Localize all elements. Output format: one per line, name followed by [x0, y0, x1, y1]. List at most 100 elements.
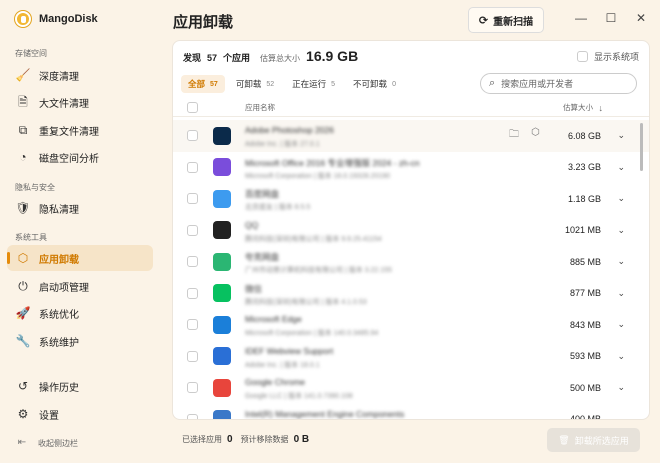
select-all-checkbox[interactable]	[187, 102, 198, 113]
power-icon: ⏻	[18, 279, 28, 293]
sidebar-item-uninstall[interactable]: ⬡ 应用卸载	[7, 245, 153, 271]
chevron-down-icon[interactable]: ⌄	[617, 193, 625, 204]
sidebar-item-disk-analysis[interactable]: ◔ 磁盘空间分析	[7, 144, 153, 170]
table-row[interactable]: Microsoft Edge Microsoft Corporation | 版本…	[173, 309, 649, 341]
trash-icon: 🗑	[558, 434, 570, 445]
search-input[interactable]: ⌕ 搜索应用或开发者	[480, 73, 637, 94]
table-row[interactable]: 百度网盘 北京度友 | 版本 8.5.5 1.18 GB ⌄	[173, 183, 649, 215]
section-label-tools: 系统工具	[15, 233, 47, 242]
app-name: Intel(R) Management Engine Components	[245, 408, 405, 419]
package-icon[interactable]: ⬡	[531, 127, 540, 144]
cube-icon: ⬡	[17, 251, 29, 265]
chevron-down-icon[interactable]: ⌄	[617, 351, 625, 362]
filter-tabs: 全部 57 可卸载 52 正在运行 5 不可卸载 0	[181, 75, 403, 93]
tab-not-uninstallable[interactable]: 不可卸载 0	[346, 75, 403, 93]
row-checkbox[interactable]	[187, 130, 198, 142]
app-icon	[213, 284, 231, 303]
tab-label: 不可卸载	[353, 79, 388, 89]
sidebar-item-settings[interactable]: ⚙ 设置	[7, 401, 153, 427]
chevron-down-icon[interactable]: ⌄	[617, 162, 625, 173]
maximize-icon[interactable]: ☐	[604, 11, 618, 25]
tab-uninstallable[interactable]: 可卸载 52	[229, 75, 281, 93]
sort-down-icon[interactable]: ↓	[599, 103, 604, 113]
app-size: 6.08 GB	[567, 130, 601, 141]
sidebar-item-history[interactable]: ↺ 操作历史	[7, 373, 153, 399]
row-checkbox[interactable]	[187, 224, 198, 236]
tab-label: 全部	[188, 79, 206, 89]
app-publisher: Microsoft Corporation | 版本 140.0.3485.94	[245, 330, 379, 337]
app-publisher: Adobe Inc. | 版本 18.0.1	[245, 361, 320, 369]
tab-all[interactable]: 全部 57	[181, 75, 225, 93]
table-row[interactable]: IDEF Webview Support Adobe Inc. | 版本 18.0…	[173, 341, 649, 373]
total-size-label: 估算总大小	[260, 54, 301, 63]
row-checkbox[interactable]	[187, 161, 198, 173]
shield-icon: 🛡	[15, 201, 31, 215]
chevron-down-icon[interactable]: ⌄	[617, 130, 625, 141]
rocket-icon: 🚀	[15, 306, 31, 320]
sidebar-item-maintenance[interactable]: 🔧 系统维护	[7, 328, 153, 354]
sidebar-item-privacy[interactable]: 🛡 隐私清理	[7, 195, 153, 221]
collapse-sidebar-button[interactable]: ⇤ 收起侧边栏	[15, 436, 78, 450]
table-row[interactable]: Adobe Photoshop 2026 Adobe Inc. | 版本 27.0…	[173, 120, 649, 152]
chevron-down-icon[interactable]: ⌄	[617, 319, 625, 330]
app-icon	[213, 410, 231, 419]
rescan-button[interactable]: ⟳ 重新扫描	[468, 7, 544, 33]
sidebar-item-deep-clean[interactable]: 🧹 深度清理	[7, 62, 153, 88]
table-header: 应用名称 估算大小 ↓	[173, 99, 649, 117]
app-size: 400 MB	[569, 414, 601, 420]
table-row[interactable]: QQ 腾讯科技(深圳)有限公司 | 版本 9.9.25.41154 1021 MB ⌄	[173, 215, 649, 247]
show-system-checkbox[interactable]	[576, 51, 588, 62]
tab-count: 52	[266, 80, 275, 88]
tab-count: 5	[331, 80, 336, 88]
minimize-icon[interactable]: —	[574, 11, 588, 25]
sidebar-item-label: 应用卸载	[39, 254, 79, 266]
scrollbar[interactable]	[640, 123, 643, 171]
row-checkbox[interactable]	[187, 350, 198, 362]
table-row[interactable]: Intel(R) Management Engine ComponentsInt…	[173, 404, 649, 420]
tab-running[interactable]: 正在运行 5	[285, 75, 342, 93]
chevron-down-icon[interactable]: ⌄	[617, 225, 625, 236]
row-checkbox[interactable]	[187, 287, 198, 299]
gear-icon: ⚙	[17, 407, 29, 421]
uninstall-selected-button[interactable]: 🗑 卸载所选应用	[547, 428, 640, 452]
sidebar-item-startup[interactable]: ⏻ 启动项管理	[7, 273, 153, 299]
app-name: Google Chrome	[245, 377, 306, 387]
copy-icon: ⧉	[18, 123, 28, 137]
chevron-down-icon[interactable]: ⌄	[617, 256, 625, 267]
table-row[interactable]: Microsoft Office 2016 专业增强版 2024 - zh-cn…	[173, 152, 649, 184]
close-icon[interactable]: ✕	[634, 11, 648, 25]
row-checkbox[interactable]	[187, 319, 198, 331]
column-name[interactable]: 应用名称	[245, 102, 275, 113]
row-checkbox[interactable]	[187, 256, 198, 268]
app-publisher: Adobe Inc. | 版本 27.0.1	[245, 141, 320, 148]
app-size: 843 MB	[569, 319, 601, 330]
chevron-down-icon[interactable]: ⌄	[617, 288, 625, 299]
app-publisher: 腾讯科技(深圳)有限公司 | 版本 9.9.25.41154	[245, 235, 382, 243]
tab-label: 可卸载	[235, 79, 262, 89]
row-checkbox[interactable]	[187, 193, 198, 205]
app-name: IDEF Webview Support	[245, 345, 334, 356]
column-size[interactable]: 估算大小	[563, 102, 593, 113]
app-publisher: 北京度友 | 版本 8.5.5	[245, 204, 311, 211]
app-icon	[213, 189, 231, 208]
table-row[interactable]: Google Chrome Google LLC | 版本 141.0.7390.…	[173, 372, 649, 404]
sidebar-item-label: 启动项管理	[39, 282, 89, 294]
chevron-down-icon[interactable]: ⌄	[617, 414, 625, 419]
sidebar-item-duplicates[interactable]: ⧉ 重复文件清理	[7, 117, 153, 143]
table-row[interactable]: 夸克网盘 广州市动景计算机科技有限公司 | 版本 3.22.155 885 MB ⌄	[173, 246, 649, 278]
show-system-toggle[interactable]: 显示系统项	[576, 50, 639, 63]
show-system-label: 显示系统项	[593, 52, 639, 62]
app-icon	[213, 221, 231, 240]
sidebar-item-large-files[interactable]: 🗎 大文件清理	[7, 89, 153, 115]
app-list: Adobe Photoshop 2026 Adobe Inc. | 版本 27.0…	[173, 120, 649, 420]
row-checkbox[interactable]	[187, 413, 198, 419]
found-count: 57	[207, 53, 218, 63]
history-icon: ↺	[17, 379, 29, 393]
row-checkbox[interactable]	[187, 382, 198, 394]
chevron-down-icon[interactable]: ⌄	[617, 382, 625, 393]
table-row[interactable]: 微信 腾讯科技(深圳)有限公司 | 版本 4.1.0.53 877 MB ⌄	[173, 278, 649, 310]
sidebar-item-optimize[interactable]: 🚀 系统优化	[7, 300, 153, 326]
search-icon: ⌕	[489, 77, 496, 89]
sidebar-item-label: 重复文件清理	[39, 126, 99, 138]
folder-icon[interactable]: 🗀	[509, 127, 519, 144]
